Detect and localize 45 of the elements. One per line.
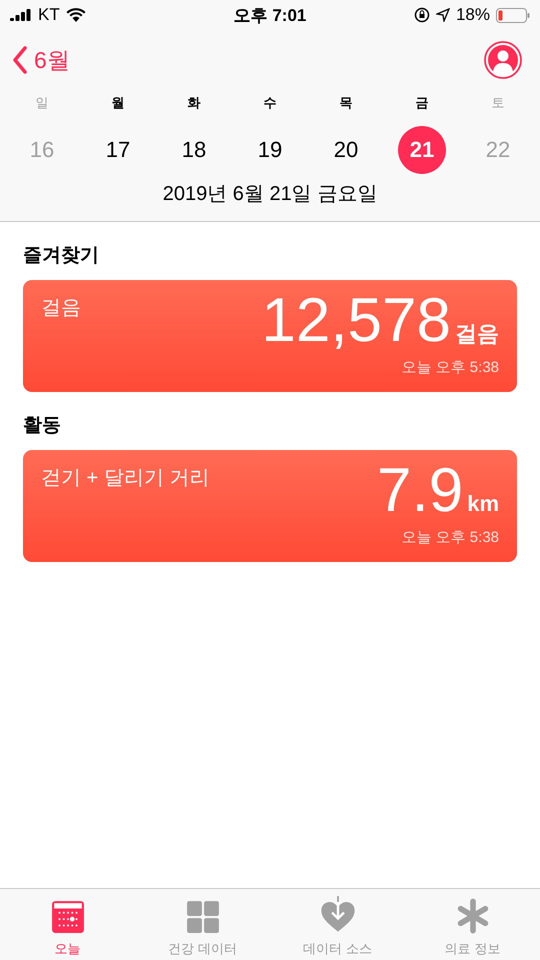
profile-avatar-icon[interactable] [484, 41, 522, 79]
battery-icon [496, 8, 530, 22]
tab-bar-item[interactable]: 오늘 [0, 889, 135, 960]
weekday-label: 월 [112, 94, 124, 112]
metric-time: 오늘 오후 5:38 [401, 528, 499, 547]
carrier-name: KT [38, 5, 60, 25]
calendar-icon [50, 900, 84, 934]
battery-percent: 18% [456, 5, 490, 25]
grid-icon [186, 900, 220, 934]
signal-icon [10, 9, 32, 21]
metric-card[interactable]: 걸음 12,578 걸음 오늘 오후 5:38 [23, 280, 517, 392]
weekday-label: 토 [492, 94, 504, 112]
weekday-label: 수 [264, 94, 276, 112]
day-number[interactable]: 16 [18, 126, 66, 174]
weekday-label: 일 [36, 94, 48, 112]
section-title: 활동 [23, 414, 61, 438]
day-number[interactable]: 22 [474, 126, 522, 174]
section-title: 즐겨찾기 [23, 244, 99, 268]
weekday-label: 금 [416, 94, 428, 112]
metric-label: 걸음 [41, 296, 81, 321]
tab-bar-item[interactable]: 건강 데이터 [135, 889, 270, 960]
day-number[interactable]: 20 [322, 126, 370, 174]
heart-download-icon [318, 896, 356, 934]
chevron-left-icon [12, 45, 28, 75]
day-number[interactable]: 18 [170, 126, 218, 174]
day-number[interactable]: 17 [94, 126, 142, 174]
wifi-icon [66, 8, 86, 22]
metric-unit: 걸음 [455, 320, 499, 348]
metric-unit: km [467, 491, 499, 517]
metric-label: 걷기 + 달리기 거리 [41, 466, 210, 491]
metric-value: 12,578 [261, 290, 451, 352]
metric-card[interactable]: 걷기 + 달리기 거리 7.9 km 오늘 오후 5:38 [23, 450, 517, 562]
weekday-label: 화 [188, 94, 200, 112]
location-arrow-icon [436, 8, 450, 22]
day-number[interactable]: 19 [246, 126, 294, 174]
weekday-label: 목 [340, 94, 352, 112]
tab-bar-item[interactable]: 데이터 소스 [270, 889, 405, 960]
back-link[interactable]: 6월 [12, 44, 70, 76]
status-time: 오후 7:01 [234, 4, 306, 26]
metric-time: 오늘 오후 5:38 [401, 358, 499, 377]
tab-bar-item[interactable]: 의료 정보 [405, 889, 540, 960]
rotation-lock-icon [414, 7, 430, 23]
metric-value: 7.9 [377, 460, 464, 522]
selected-date: 2019년 6월 21일 금요일 [162, 182, 378, 207]
day-number[interactable]: 21 [398, 126, 446, 174]
